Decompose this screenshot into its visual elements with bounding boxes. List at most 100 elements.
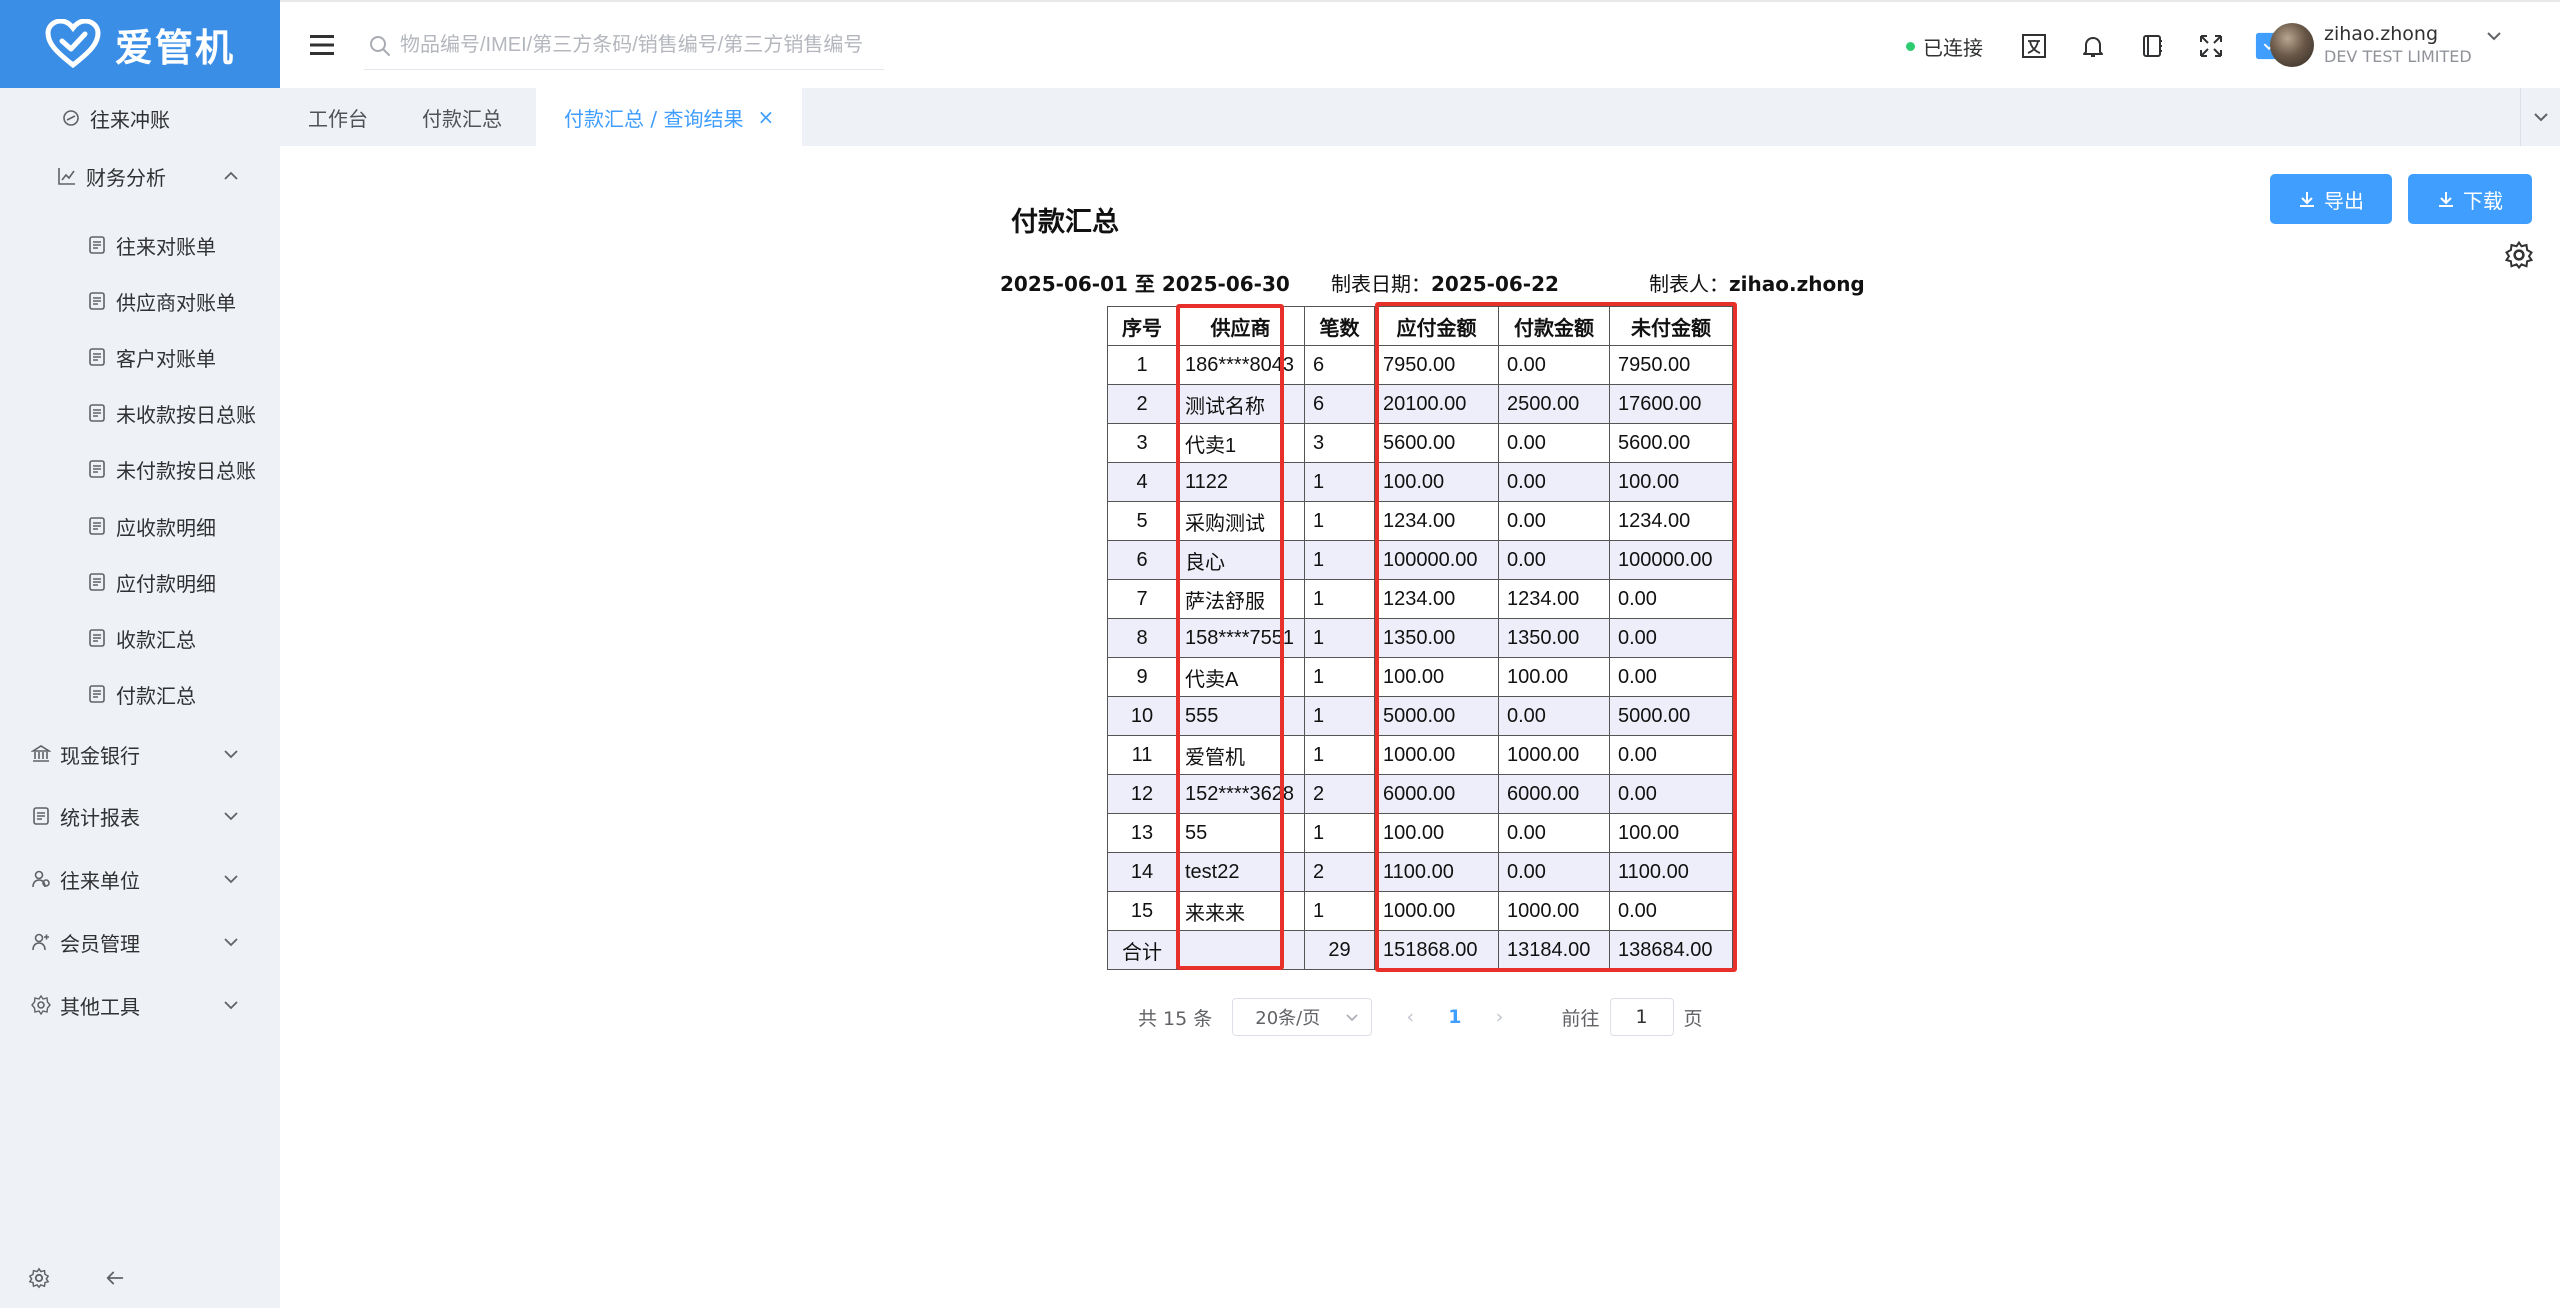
table-cell: 14	[1107, 852, 1177, 892]
translate-icon[interactable]	[2020, 32, 2048, 60]
sidebar-item[interactable]: 供应商对账单	[0, 271, 280, 331]
gear-icon[interactable]	[28, 1267, 50, 1289]
table-cell: 1	[1304, 501, 1375, 541]
tab-payment-summary[interactable]: 付款汇总	[394, 88, 530, 146]
sidebar-item[interactable]: 收款汇总	[0, 608, 280, 668]
table-cell: 1	[1304, 891, 1375, 931]
search-input[interactable]	[400, 34, 870, 57]
table-row: 1 186****8043 6 7950.00 0.00 7950.00	[1107, 345, 1733, 385]
table-cell: 0.00	[1609, 774, 1733, 814]
sidebar-item[interactable]: 客户对账单	[0, 327, 280, 387]
sidebar-item[interactable]: 未收款按日总账	[0, 383, 280, 443]
table-cell: 6	[1304, 345, 1375, 385]
maker-value: zihao.zhong	[1729, 272, 1865, 296]
tab-workbench[interactable]: 工作台	[280, 88, 396, 146]
tab-payment-summary-result[interactable]: 付款汇总 / 查询结果 ×	[536, 88, 803, 146]
table-cell: 1	[1304, 813, 1375, 853]
sidebar-item[interactable]: 财务分析	[0, 146, 280, 206]
table-cell: 0.00	[1498, 501, 1610, 541]
table-cell: 代卖A	[1176, 657, 1305, 697]
sidebar-item-label: 往来对账单	[116, 234, 216, 259]
date-range-value: 2025-06-01 至 2025-06-30	[1000, 272, 1290, 296]
table-row: 3 代卖1 3 5600.00 0.00 5600.00	[1107, 423, 1733, 463]
next-page-icon[interactable]: ›	[1490, 1006, 1510, 1028]
page-jumper: 前往 1 页	[1562, 998, 1703, 1036]
user-search-icon	[86, 346, 108, 368]
sidebar-item[interactable]: 统计报表	[0, 786, 280, 846]
fullscreen-icon[interactable]	[2197, 32, 2225, 60]
prev-page-icon[interactable]: ‹	[1400, 1006, 1420, 1028]
table-cell: 55	[1176, 813, 1305, 853]
global-search	[364, 22, 884, 70]
chevron-down-icon	[1346, 1014, 1358, 1022]
sidebar-item[interactable]: 现金银行	[0, 724, 280, 784]
sidebar-item[interactable]: 会员管理	[0, 912, 280, 972]
yen-doc-icon	[86, 234, 108, 256]
sidebar-item[interactable]: 往来对账单	[0, 215, 280, 275]
export-button[interactable]: 导出	[2270, 174, 2392, 224]
table-cell: 1	[1107, 345, 1177, 385]
sidebar-item[interactable]: 往来冲账	[0, 88, 280, 148]
tabs-more-button[interactable]	[2520, 88, 2560, 146]
sidebar-item[interactable]: 应付款明细	[0, 552, 280, 612]
bell-icon[interactable]	[2079, 32, 2107, 60]
table-cell: 代卖1	[1176, 423, 1305, 463]
table-cell: 0.00	[1498, 540, 1610, 580]
column-header: 供应商	[1176, 306, 1305, 346]
column-header: 序号	[1107, 306, 1177, 346]
table-cell: 15	[1107, 891, 1177, 931]
download-button[interactable]: 下载	[2408, 174, 2532, 224]
app-name: 爱管机	[114, 25, 235, 70]
table-cell: 100.00	[1609, 813, 1733, 853]
table-row: 12 152****3628 2 6000.00 6000.00 0.00	[1107, 774, 1733, 814]
table-cell: 9	[1107, 657, 1177, 697]
sidebar-item-label: 应付款明细	[116, 571, 216, 596]
table-row: 11 爱管机 1 1000.00 1000.00 0.00	[1107, 735, 1733, 775]
table-cell: 11	[1107, 735, 1177, 775]
table-cell: 100.00	[1374, 462, 1499, 502]
download-label: 下载	[2463, 188, 2503, 213]
table-row: 10 555 1 5000.00 0.00 5000.00	[1107, 696, 1733, 736]
top-header: 已连接 zihao.zhong DEV TEST LIMITED	[280, 0, 2560, 88]
table-cell: 3	[1304, 423, 1375, 463]
member-icon	[30, 931, 52, 953]
sidebar: 爱管机 往来冲账 财务分析往来对账单供应商对账单 客户对账单 未收款按日总账 未付款按日…	[0, 0, 280, 1308]
app-logo[interactable]: 爱管机	[0, 0, 280, 88]
tab-close-icon[interactable]: ×	[757, 105, 774, 129]
table-cell: 测试名称	[1176, 384, 1305, 424]
settings-gear-icon[interactable]	[2504, 240, 2534, 270]
collapse-arrow-icon[interactable]	[104, 1267, 126, 1289]
sidebar-item-label: 其他工具	[60, 994, 140, 1019]
sidebar-item[interactable]: 应收款明细	[0, 496, 280, 556]
table-cell: 1	[1304, 735, 1375, 775]
notebook-icon[interactable]	[2138, 32, 2166, 60]
user-profile[interactable]: zihao.zhong DEV TEST LIMITED	[2270, 22, 2504, 68]
doc-icon	[86, 290, 108, 312]
sidebar-item[interactable]: 其他工具	[0, 975, 280, 1035]
page-number[interactable]: 1	[1448, 1006, 1461, 1028]
table-row: 7 萨法舒服 1 1234.00 1234.00 0.00	[1107, 579, 1733, 619]
table-cell: 10	[1107, 696, 1177, 736]
tab-bar: 工作台 付款汇总 付款汇总 / 查询结果 ×	[280, 88, 2560, 146]
table-cell: 0.00	[1498, 345, 1610, 385]
page-size-select[interactable]: 20条/页	[1232, 998, 1373, 1036]
table-cell: 100000.00	[1374, 540, 1499, 580]
total-count: 共 15 条	[1138, 1007, 1213, 1030]
sidebar-item[interactable]: 付款汇总	[0, 664, 280, 724]
table-cell: 1234.00	[1609, 501, 1733, 541]
sidebar-item-label: 现金银行	[60, 743, 140, 768]
sidebar-item[interactable]: 往来单位	[0, 849, 280, 909]
table-cell: 2	[1304, 852, 1375, 892]
table-cell: 1350.00	[1498, 618, 1610, 658]
hamburger-menu-icon[interactable]	[308, 32, 336, 58]
goto-page-input[interactable]: 1	[1609, 998, 1674, 1036]
table-cell: 8	[1107, 618, 1177, 658]
home-yen-icon	[86, 683, 108, 705]
table-cell: 1000.00	[1374, 735, 1499, 775]
table-cell: 1000.00	[1498, 891, 1610, 931]
table-row: 14 test22 2 1100.00 0.00 1100.00	[1107, 852, 1733, 892]
table-cell: 6	[1304, 384, 1375, 424]
table-cell: 13184.00	[1498, 930, 1610, 970]
table-cell: 5000.00	[1609, 696, 1733, 736]
sidebar-item[interactable]: 未付款按日总账	[0, 439, 280, 499]
